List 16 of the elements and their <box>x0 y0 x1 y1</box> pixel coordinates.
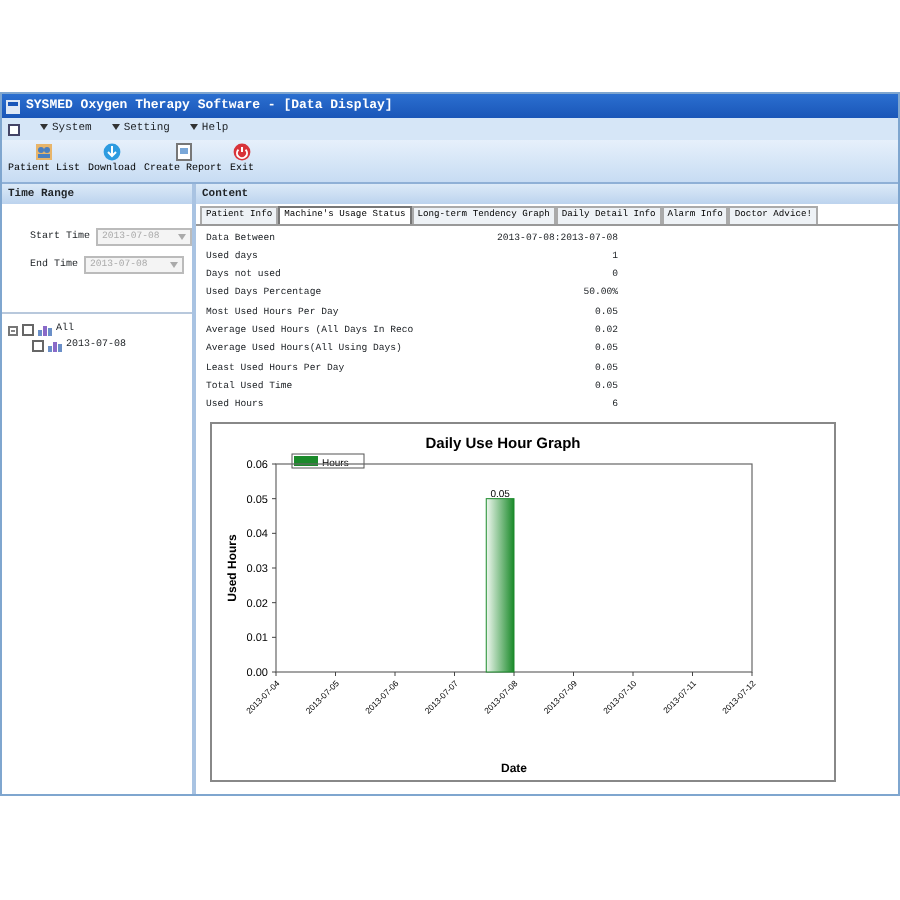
checkbox[interactable] <box>32 340 44 352</box>
download-icon <box>102 142 123 162</box>
caret-icon <box>178 234 186 240</box>
caret-icon <box>40 124 48 131</box>
collapse-icon[interactable] <box>8 325 18 335</box>
chart-icon <box>38 324 52 336</box>
caret-icon <box>111 124 120 131</box>
caret-icon <box>170 262 179 268</box>
power-icon <box>232 142 253 162</box>
checkbox[interactable] <box>22 324 34 336</box>
document-icon <box>173 142 194 162</box>
app-icon <box>6 99 20 113</box>
caret-icon <box>189 124 198 131</box>
people-icon <box>34 142 54 162</box>
chart-icon <box>48 340 62 352</box>
window-icon <box>8 123 20 135</box>
